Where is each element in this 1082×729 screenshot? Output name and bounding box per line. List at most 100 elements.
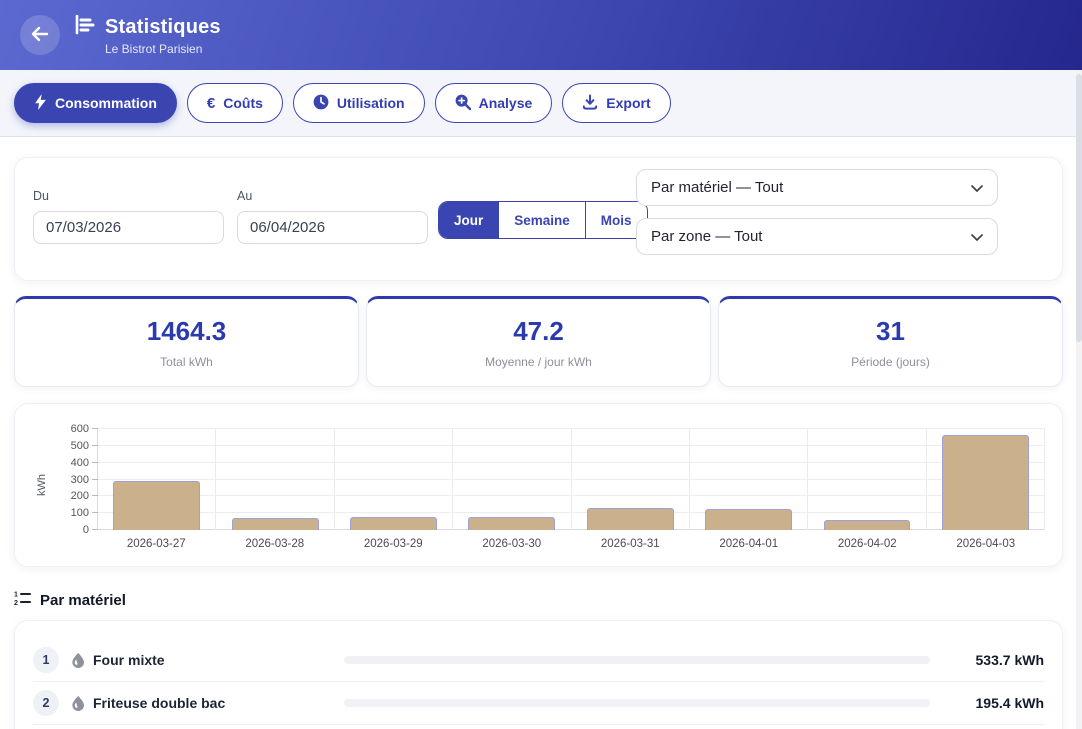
tab-label: Analyse <box>479 95 533 111</box>
back-button[interactable] <box>20 15 60 55</box>
stat-label: Période (jours) <box>851 355 930 369</box>
breakdown-title: Par matériel <box>40 592 126 609</box>
svg-text:2: 2 <box>14 600 18 606</box>
chart-column <box>927 429 1045 530</box>
date-to-label: Au <box>237 189 252 203</box>
y-tick-label: 100 <box>71 507 89 519</box>
page-scrollbar[interactable] <box>1076 70 1082 729</box>
y-tick-label: 400 <box>71 457 89 469</box>
scrollbar-thumb[interactable] <box>1076 74 1082 342</box>
tab-bar: Consommation € Coûts Utilisation <box>0 70 1082 137</box>
material-select[interactable]: Par matériel — Tout <box>636 169 998 206</box>
tab-utilisation[interactable]: Utilisation <box>293 83 425 123</box>
chart-columns <box>98 429 1045 530</box>
flame-icon <box>71 696 85 711</box>
x-tick-label: 2026-03-31 <box>571 538 690 550</box>
filters-panel: Du Au Jour Semaine Mois Par matériel — T… <box>14 157 1063 281</box>
chart-bar[interactable] <box>942 435 1029 530</box>
stat-label: Moyenne / jour kWh <box>485 355 592 369</box>
y-axis-title: kWh <box>45 429 61 550</box>
euro-icon: € <box>207 96 215 111</box>
app-header: Statistiques Le Bistrot Parisien <box>0 0 1082 70</box>
y-tick-label: 500 <box>71 440 89 452</box>
x-tick-label: 2026-03-30 <box>453 538 572 550</box>
breakdown-list: 1 Four mixte 533.7 kWh 2 Friteuse double… <box>14 620 1063 729</box>
stat-value: 31 <box>876 316 905 347</box>
date-to-input[interactable] <box>237 211 428 244</box>
tab-consommation[interactable]: Consommation <box>14 83 177 123</box>
stat-card-average: 47.2 Moyenne / jour kWh <box>366 296 711 387</box>
breakdown-row[interactable]: 1 Four mixte 533.7 kWh <box>33 639 1044 682</box>
equipment-name: Four mixte <box>93 652 344 668</box>
rank-badge: 1 <box>33 647 59 673</box>
y-tick-label: 600 <box>71 423 89 435</box>
download-icon <box>582 94 598 113</box>
numbered-list-icon: 1 2 <box>14 590 31 611</box>
tab-label: Utilisation <box>337 95 405 111</box>
chart-column <box>98 429 216 530</box>
chart-bar[interactable] <box>824 520 911 530</box>
x-tick-label: 2026-03-29 <box>334 538 453 550</box>
statistics-page: Statistiques Le Bistrot Parisien Consomm… <box>0 0 1082 729</box>
chart-column <box>216 429 334 530</box>
chart-column <box>335 429 453 530</box>
chart-main: 2026-03-272026-03-282026-03-292026-03-30… <box>97 429 1045 550</box>
svg-text:1: 1 <box>14 592 18 599</box>
zone-select[interactable]: Par zone — Tout <box>636 218 998 255</box>
tab-label: Coûts <box>223 95 263 111</box>
bar-chart: kWh 0100200300400500600 2026-03-272026-0… <box>45 429 1045 550</box>
material-select-value: Par matériel — Tout <box>651 179 783 196</box>
chevron-down-icon <box>971 179 983 196</box>
toggle-semaine[interactable]: Semaine <box>498 202 585 238</box>
chart-bar[interactable] <box>113 481 200 530</box>
page-title: Statistiques <box>105 16 221 39</box>
chart-column <box>572 429 690 530</box>
stat-value: 47.2 <box>513 316 564 347</box>
chart-column <box>808 429 926 530</box>
tab-label: Export <box>606 95 650 111</box>
chart-bar[interactable] <box>350 517 437 530</box>
chart-bar[interactable] <box>587 508 674 530</box>
consumption-bar-track <box>344 656 930 664</box>
x-tick-label: 2026-03-28 <box>216 538 335 550</box>
x-tick-label: 2026-04-01 <box>690 538 809 550</box>
rank-badge: 2 <box>33 690 59 716</box>
granularity-toggle: Jour Semaine Mois <box>438 201 648 239</box>
restaurant-name: Le Bistrot Parisien <box>105 42 221 56</box>
date-from-input[interactable] <box>33 211 224 244</box>
chart-x-axis: 2026-03-272026-03-282026-03-292026-03-30… <box>97 538 1045 550</box>
equipment-name: Friteuse double bac <box>93 695 344 711</box>
chart-bar[interactable] <box>468 517 555 530</box>
x-tick-label: 2026-04-02 <box>808 538 927 550</box>
y-tick-label: 0 <box>83 524 89 536</box>
stat-cards: 1464.3 Total kWh 47.2 Moyenne / jour kWh… <box>14 296 1063 387</box>
breakdown-row[interactable]: 2 Friteuse double bac 195.4 kWh <box>33 682 1044 725</box>
chart-column <box>453 429 571 530</box>
bolt-icon <box>34 94 47 113</box>
clock-icon <box>313 94 329 113</box>
stat-card-total: 1464.3 Total kWh <box>14 296 359 387</box>
chevron-down-icon <box>971 228 983 245</box>
toggle-jour[interactable]: Jour <box>439 202 498 238</box>
consumption-chart-card: kWh 0100200300400500600 2026-03-272026-0… <box>14 403 1063 567</box>
flame-icon <box>71 653 85 668</box>
stats-icon <box>74 15 96 40</box>
header-titles: Statistiques Le Bistrot Parisien <box>74 15 221 56</box>
chart-bar[interactable] <box>705 509 792 530</box>
date-from-label: Du <box>33 189 49 203</box>
zoom-in-icon <box>455 94 471 113</box>
tab-export[interactable]: Export <box>562 83 670 123</box>
consumption-bar-track <box>344 699 930 707</box>
breakdown-header: 1 2 Par matériel <box>14 590 126 611</box>
y-tick-label: 200 <box>71 490 89 502</box>
tab-couts[interactable]: € Coûts <box>187 83 283 123</box>
stat-value: 1464.3 <box>147 316 227 347</box>
stat-card-period: 31 Période (jours) <box>718 296 1063 387</box>
tab-analyse[interactable]: Analyse <box>435 83 553 123</box>
chart-bar[interactable] <box>232 518 319 530</box>
x-tick-label: 2026-03-27 <box>97 538 216 550</box>
stat-label: Total kWh <box>160 355 213 369</box>
y-tick-label: 300 <box>71 474 89 486</box>
tab-label: Consommation <box>55 95 157 111</box>
consumption-value: 195.4 kWh <box>952 695 1044 711</box>
